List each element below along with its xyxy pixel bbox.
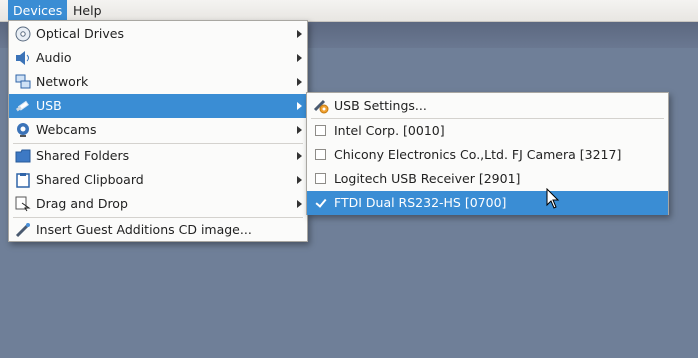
- drag-drop-icon: [15, 196, 31, 212]
- submenu-arrow-icon: [297, 200, 302, 208]
- usb-device-label: FTDI Dual RS232-HS [0700]: [334, 195, 507, 210]
- menu-item-network[interactable]: Network: [9, 70, 307, 94]
- device-checkbox[interactable]: [315, 149, 326, 160]
- guest-additions-icon: [15, 222, 31, 238]
- usb-device-ftdi[interactable]: FTDI Dual RS232-HS [0700]: [307, 191, 668, 215]
- audio-icon: [15, 50, 31, 66]
- menu-item-label: Shared Folders: [36, 148, 130, 163]
- menu-item-label: Optical Drives: [36, 26, 124, 41]
- submenu-arrow-icon: [297, 126, 302, 134]
- menu-item-optical-drives[interactable]: Optical Drives: [9, 22, 307, 46]
- menu-item-audio[interactable]: Audio: [9, 46, 307, 70]
- menu-item-shared-clipboard[interactable]: Shared Clipboard: [9, 168, 307, 192]
- usb-device-label: Logitech USB Receiver [2901]: [334, 171, 521, 186]
- submenu-arrow-icon: [297, 30, 302, 38]
- menu-item-label: USB Settings...: [334, 98, 427, 113]
- usb-device-chicony[interactable]: Chicony Electronics Co.,Ltd. FJ Camera […: [307, 143, 668, 167]
- submenu-arrow-icon: [297, 78, 302, 86]
- device-checkbox[interactable]: [315, 125, 326, 136]
- network-icon: [15, 74, 31, 90]
- usb-device-intel[interactable]: Intel Corp. [0010]: [307, 119, 668, 143]
- usb-icon: [15, 98, 31, 114]
- optical-disc-icon: [15, 26, 31, 42]
- menu-item-insert-guest-additions[interactable]: Insert Guest Additions CD image...: [9, 218, 307, 242]
- menu-item-label: USB: [36, 98, 62, 113]
- menu-item-label: Audio: [36, 50, 72, 65]
- menu-bar: Devices Help: [0, 0, 698, 22]
- usb-settings-icon: [313, 98, 329, 114]
- menu-item-webcams[interactable]: Webcams: [9, 118, 307, 142]
- mouse-cursor-icon: [546, 188, 560, 209]
- submenu-arrow-icon: [297, 152, 302, 160]
- usb-device-label: Chicony Electronics Co.,Ltd. FJ Camera […: [334, 147, 622, 162]
- menu-item-label: Drag and Drop: [36, 196, 128, 211]
- menu-item-label: Network: [36, 74, 89, 89]
- submenu-arrow-icon: [297, 54, 302, 62]
- menu-item-usb[interactable]: USB: [9, 94, 307, 118]
- device-checkbox-checked[interactable]: [315, 196, 327, 208]
- usb-device-label: Intel Corp. [0010]: [334, 123, 445, 138]
- devices-menu: Optical Drives Audio Network USB Webcams: [8, 20, 308, 242]
- menu-item-label: Webcams: [36, 122, 97, 137]
- menu-item-drag-and-drop[interactable]: Drag and Drop: [9, 192, 307, 216]
- device-checkbox[interactable]: [315, 173, 326, 184]
- menu-help[interactable]: Help: [68, 0, 107, 21]
- usb-device-logitech[interactable]: Logitech USB Receiver [2901]: [307, 167, 668, 191]
- folder-icon: [15, 148, 31, 164]
- menu-item-shared-folders[interactable]: Shared Folders: [9, 144, 307, 168]
- usb-submenu: USB Settings... Intel Corp. [0010] Chico…: [306, 92, 669, 215]
- webcam-icon: [15, 122, 31, 138]
- submenu-arrow-icon: [297, 176, 302, 184]
- menu-item-label: Insert Guest Additions CD image...: [36, 222, 252, 237]
- submenu-arrow-icon: [297, 102, 302, 110]
- menu-devices[interactable]: Devices: [8, 0, 68, 21]
- clipboard-icon: [15, 172, 31, 188]
- checkmark-icon: [315, 196, 327, 208]
- menu-item-label: Shared Clipboard: [36, 172, 144, 187]
- menu-item-usb-settings[interactable]: USB Settings...: [307, 94, 668, 118]
